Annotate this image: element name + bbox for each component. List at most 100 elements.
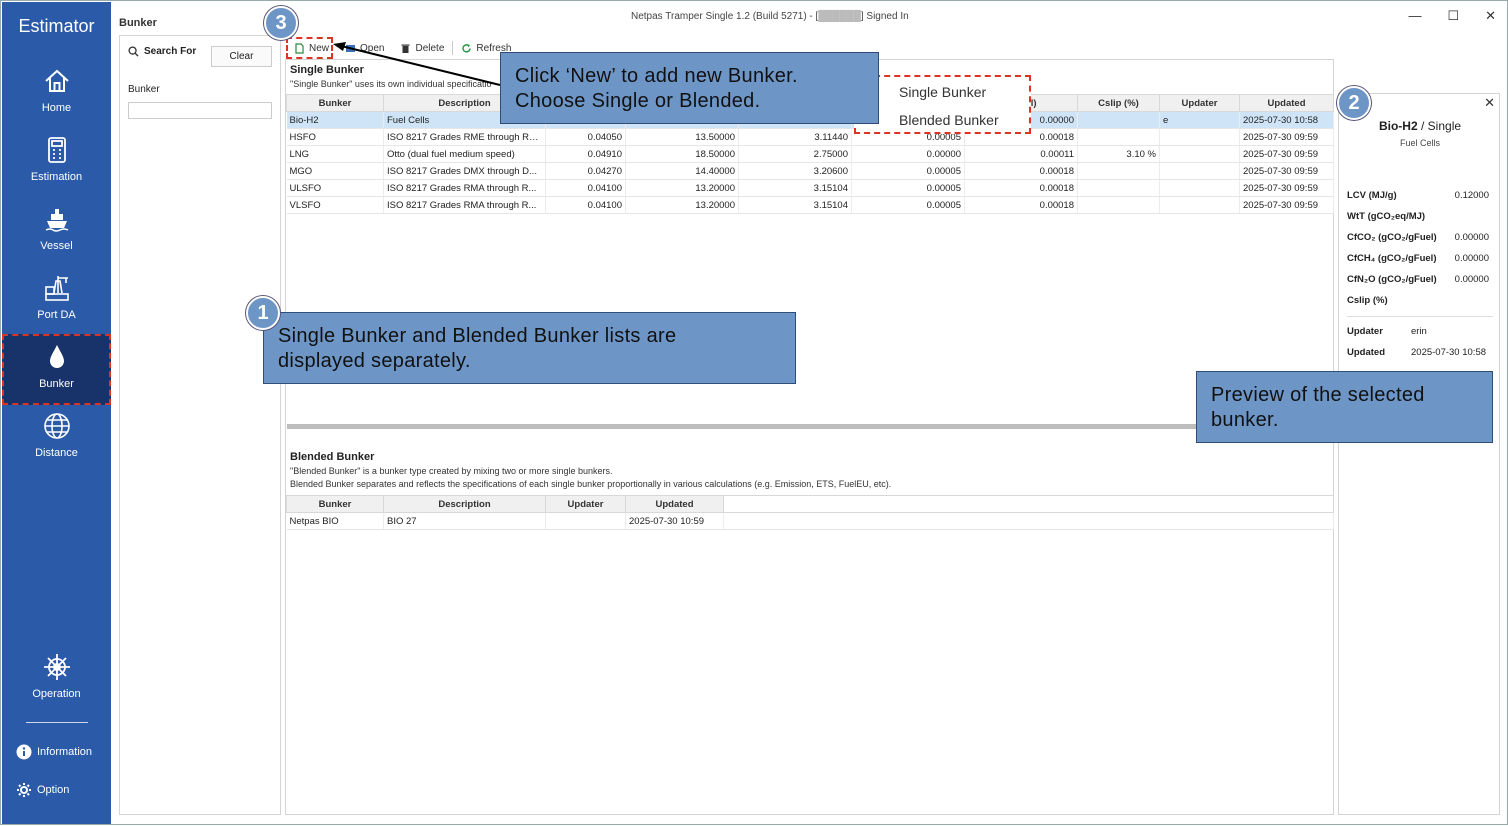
table-cell bbox=[545, 512, 626, 530]
table-row[interactable]: LNG Otto (dual fuel medium speed) 0.04910 1… bbox=[286, 145, 1334, 163]
nav-home-label: Home bbox=[41, 102, 72, 114]
table-cell: Netpas BIO bbox=[286, 512, 384, 530]
title-bar: Netpas Tramper Single 1.2 (Build 5271) -… bbox=[111, 2, 1506, 30]
close-icon[interactable]: ✕ bbox=[1485, 8, 1496, 24]
table-cell: 0.00005 bbox=[851, 196, 965, 214]
table-cell: 3.15104 bbox=[738, 179, 852, 197]
step-badge-2: 2 bbox=[1337, 86, 1371, 120]
dropdown-blended-bunker[interactable]: Blended Bunker bbox=[899, 112, 999, 128]
column-header-filler bbox=[723, 495, 1334, 513]
column-header: Updater bbox=[1159, 94, 1240, 112]
table-cell: 0.00018 bbox=[964, 179, 1078, 197]
callout-new: Click ‘New’ to add new Bunker. Choose Si… bbox=[500, 52, 879, 124]
brand-title: Estimator bbox=[18, 16, 95, 36]
app-window: Estimator Home Estimation Vessel Port DA… bbox=[0, 0, 1508, 825]
callout-lists-line-2: displayed separately. bbox=[278, 350, 471, 372]
page-title: Bunker bbox=[119, 17, 157, 29]
clear-button[interactable]: Clear bbox=[211, 46, 272, 67]
window-title: Netpas Tramper Single 1.2 (Build 5271) -… bbox=[631, 11, 909, 22]
preview-field-value: 0.00000 bbox=[1454, 232, 1489, 243]
table-cell: ISO 8217 Grades RMA through R... bbox=[383, 179, 546, 197]
table-cell: 18.50000 bbox=[625, 145, 739, 163]
preview-field-label: CfCO₂ (gCO₂/gFuel) bbox=[1347, 232, 1437, 243]
search-row: Search For bbox=[128, 46, 196, 57]
table-cell: 0.04050 bbox=[545, 128, 626, 146]
info-icon bbox=[16, 744, 32, 760]
nav-operation[interactable]: Operation bbox=[2, 652, 111, 720]
blended-bunker-title: Blended Bunker bbox=[290, 451, 375, 463]
preview-field-label: LCV (MJ/g) bbox=[1347, 190, 1397, 201]
preview-updated-label: Updated bbox=[1347, 347, 1385, 358]
step-badge-1: 1 bbox=[246, 296, 280, 330]
nav-bunker[interactable]: Bunker bbox=[2, 334, 111, 405]
delete-label: Delete bbox=[415, 42, 445, 54]
nav-information[interactable]: Information bbox=[16, 744, 92, 760]
preview-updater: erin bbox=[1411, 326, 1427, 337]
nav-vessel-label: Vessel bbox=[40, 240, 73, 252]
table-cell bbox=[1159, 196, 1240, 214]
sidebar: Estimator Home Estimation Vessel Port DA… bbox=[2, 2, 111, 824]
nav-operation-label: Operation bbox=[32, 688, 81, 700]
bunker-lists: Single Bunker "Single Bunker" uses its o… bbox=[285, 59, 1334, 815]
nav-port-da[interactable]: Port DA bbox=[2, 273, 111, 341]
column-header: Bunker bbox=[286, 94, 384, 112]
bunker-preview-panel: ✕ Bio-H2 / Single Fuel Cells LCV (MJ/g) 0… bbox=[1338, 93, 1500, 815]
table-cell: 13.20000 bbox=[625, 196, 739, 214]
table-cell: Bio-H2 bbox=[286, 111, 384, 129]
trash-icon bbox=[401, 44, 410, 53]
table-cell: 0.00011 bbox=[964, 145, 1078, 163]
table-row[interactable]: HSFO ISO 8217 Grades RME through RMK 0.040… bbox=[286, 128, 1334, 146]
ship-icon bbox=[45, 209, 68, 232]
nav-port-da-label: Port DA bbox=[37, 309, 76, 321]
minimize-icon[interactable]: — bbox=[1408, 8, 1421, 24]
delete-button[interactable]: Delete bbox=[392, 43, 452, 54]
table-row[interactable]: MGO ISO 8217 Grades DMX through D... 0.042… bbox=[286, 162, 1334, 180]
helm-icon bbox=[43, 654, 70, 680]
nav-information-label: Information bbox=[37, 746, 93, 758]
new-type-dropdown: Single Bunker Blended Bunker bbox=[854, 75, 1031, 134]
bunker-filter-input[interactable] bbox=[128, 102, 272, 119]
table-cell: 2025-07-30 09:59 bbox=[1239, 162, 1334, 180]
blended-bunker-table: Bunker Description Updater Updated Netpas B… bbox=[286, 495, 1334, 530]
gear-icon bbox=[17, 783, 31, 797]
callout-lists: Single Bunker and Blended Bunker lists a… bbox=[263, 312, 796, 384]
table-cell bbox=[1159, 179, 1240, 197]
nav-option[interactable]: Option bbox=[16, 782, 69, 798]
maximize-icon[interactable]: ☐ bbox=[1447, 8, 1459, 24]
preview-divider bbox=[1347, 316, 1493, 317]
table-row[interactable]: VLSFO ISO 8217 Grades RMA through R... 0.0… bbox=[286, 196, 1334, 214]
preview-field-label: WtT (gCO₂eq/MJ) bbox=[1347, 211, 1426, 222]
nav-vessel[interactable]: Vessel bbox=[2, 204, 111, 272]
table-cell: MGO bbox=[286, 162, 384, 180]
table-cell bbox=[1077, 162, 1160, 180]
droplet-icon bbox=[49, 345, 64, 368]
nav-home[interactable]: Home bbox=[2, 66, 111, 134]
bunker-filter-label: Bunker bbox=[128, 84, 160, 95]
nav-option-label: Option bbox=[37, 784, 70, 796]
home-icon bbox=[44, 69, 69, 92]
table-cell: 0.04100 bbox=[545, 196, 626, 214]
preview-description: Fuel Cells bbox=[1399, 138, 1440, 148]
open-button[interactable]: Open bbox=[337, 43, 392, 54]
callout-preview: Preview of the selected bunker. bbox=[1196, 371, 1493, 443]
dropdown-single-bunker[interactable]: Single Bunker bbox=[899, 84, 986, 100]
blended-bunker-desc-2: Blended Bunker separates and reflects th… bbox=[290, 479, 892, 489]
table-cell: 0.00018 bbox=[964, 162, 1078, 180]
nav-estimation[interactable]: Estimation bbox=[2, 135, 111, 203]
table-cell bbox=[1159, 162, 1240, 180]
splitter[interactable] bbox=[287, 424, 1332, 429]
search-icon bbox=[128, 46, 139, 57]
column-header: Updater bbox=[545, 495, 626, 513]
preview-field-value: 0.00000 bbox=[1454, 253, 1489, 264]
table-row[interactable]: ULSFO ISO 8217 Grades RMA through R... 0.0… bbox=[286, 179, 1334, 197]
preview-close-icon[interactable]: ✕ bbox=[1484, 95, 1495, 111]
table-cell bbox=[1159, 128, 1240, 146]
calculator-icon bbox=[47, 137, 66, 163]
search-panel: Search For Clear Bunker bbox=[119, 35, 281, 815]
table-cell: 14.40000 bbox=[625, 162, 739, 180]
new-button-highlight bbox=[286, 37, 333, 59]
table-row[interactable]: Netpas BIO BIO 27 2025-07-30 10:59 bbox=[286, 512, 1334, 530]
table-cell: 0.00005 bbox=[851, 162, 965, 180]
nav-distance[interactable]: Distance bbox=[2, 411, 111, 479]
column-header: Updated bbox=[625, 495, 724, 513]
